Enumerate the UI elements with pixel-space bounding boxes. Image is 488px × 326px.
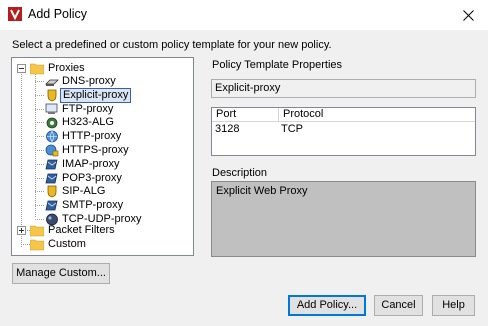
tree-node-label: HTTP-proxy <box>62 130 122 142</box>
manage-custom-button[interactable]: Manage Custom... <box>12 263 110 284</box>
tree-node-label: DNS-proxy <box>62 75 116 87</box>
tree-node-proxy[interactable]: SIP-ALG <box>12 185 192 198</box>
dns-icon <box>45 79 59 86</box>
tree-node-label: POP3-proxy <box>62 172 122 184</box>
add-policy-button[interactable]: Add Policy... <box>288 295 366 316</box>
tree-connector <box>35 178 44 179</box>
tree-node-proxy[interactable]: H323-ALG <box>12 116 192 129</box>
tree-node-proxies[interactable]: Proxies <box>12 62 192 75</box>
tree-node-packet-filters[interactable]: Packet Filters <box>12 224 192 237</box>
folder-icon <box>30 225 44 237</box>
port-cell: 3128 <box>215 123 240 135</box>
mail-icon <box>45 159 58 170</box>
globe-lock-icon <box>45 144 59 157</box>
tree-connector <box>35 191 44 192</box>
column-header-port[interactable]: Port <box>212 108 279 122</box>
tree-node-proxy[interactable]: HTTP-proxy <box>12 130 192 143</box>
close-button[interactable] <box>452 2 484 28</box>
tree-node-proxy[interactable]: IMAP-proxy <box>12 158 192 171</box>
description-label: Description <box>212 167 268 179</box>
tree-node-label: IMAP-proxy <box>62 158 120 170</box>
tree-connector <box>35 150 44 151</box>
cancel-button[interactable]: Cancel <box>374 295 423 316</box>
tree-node-proxy[interactable]: HTTPS-proxy <box>12 144 192 157</box>
tree-node-label: Packet Filters <box>48 224 115 236</box>
tree-connector <box>35 109 44 110</box>
tree-node-label: H323-ALG <box>62 116 114 128</box>
folder-icon <box>30 63 44 75</box>
tree-node-proxy[interactable]: DNS-proxy <box>12 75 192 88</box>
port-protocol-table: Port Protocol 3128 TCP <box>211 107 476 156</box>
tree-node-proxy[interactable]: Explicit-proxy <box>12 88 192 103</box>
policy-name-field: Explicit-proxy <box>211 79 476 98</box>
tree-connector <box>35 205 44 206</box>
instruction-text: Select a predefined or custom policy tem… <box>12 39 332 51</box>
tree-node-label: Custom <box>48 238 86 250</box>
tree-connector <box>35 164 44 165</box>
protocol-cell: TCP <box>281 123 303 135</box>
collapse-toggle[interactable] <box>17 64 26 73</box>
tree-node-custom[interactable]: Custom <box>12 238 192 251</box>
column-header-protocol[interactable]: Protocol <box>279 108 475 122</box>
mail-icon <box>45 173 58 184</box>
window-title: Add Policy <box>28 7 88 21</box>
globe-icon <box>46 130 58 143</box>
tree-node-label: Explicit-proxy <box>60 88 132 103</box>
shield-icon <box>47 185 57 198</box>
app-icon <box>8 7 22 21</box>
expand-toggle[interactable] <box>17 226 26 235</box>
tree-node-proxy[interactable]: POP3-proxy <box>12 172 192 185</box>
shield-icon <box>47 89 57 102</box>
folder-icon <box>30 239 44 251</box>
title-bar: Add Policy <box>0 0 488 30</box>
tree-node-label: HTTPS-proxy <box>62 144 129 156</box>
policy-template-tree[interactable]: Proxies DNS-proxy Explicit-proxy FTP-pro… <box>11 57 194 256</box>
tree-connector <box>35 95 44 96</box>
tree-connector <box>35 219 44 220</box>
tree-node-label: Proxies <box>48 62 85 74</box>
ftp-icon <box>45 103 58 114</box>
h323-icon <box>46 117 58 129</box>
tree-connector <box>35 81 44 82</box>
description-box: Explicit Web Proxy <box>211 181 476 257</box>
tree-node-label: FTP-proxy <box>62 103 114 115</box>
tree-node-proxy[interactable]: SMTP-proxy <box>12 199 192 212</box>
tree-connector <box>35 136 44 137</box>
tree-node-proxy[interactable]: FTP-proxy <box>12 103 192 116</box>
help-button[interactable]: Help <box>432 295 475 316</box>
close-icon <box>462 9 474 21</box>
properties-heading: Policy Template Properties <box>212 59 343 71</box>
tree-node-label: SIP-ALG <box>62 185 106 197</box>
mail-icon <box>45 200 58 211</box>
tree-connector <box>35 122 44 123</box>
tree-node-label: SMTP-proxy <box>62 199 124 211</box>
